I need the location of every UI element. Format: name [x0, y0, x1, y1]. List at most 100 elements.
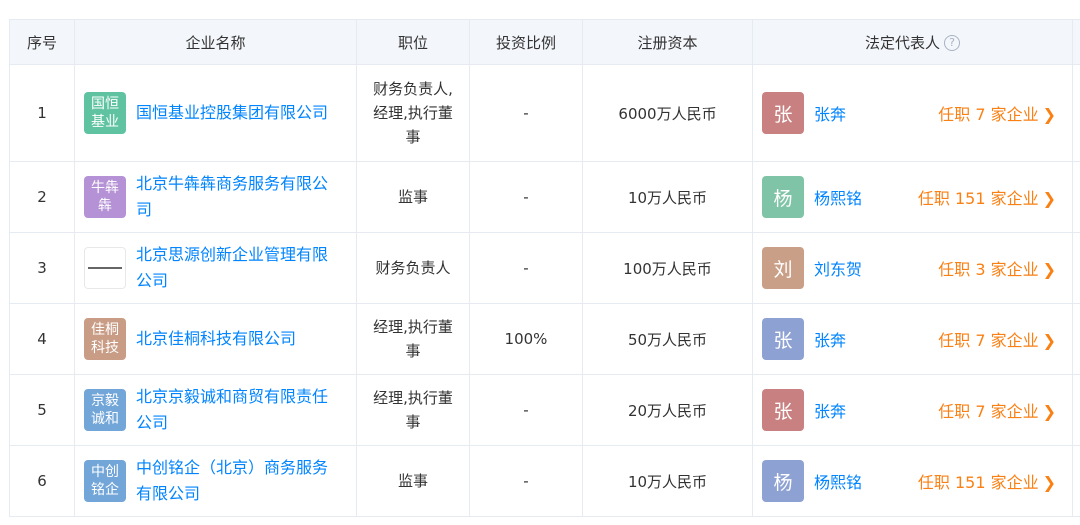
- header-index: 序号: [9, 19, 75, 65]
- company-wrap: 国恒 基业 国恒基业控股集团有限公司: [75, 92, 356, 134]
- company-wrap: 京毅 诚和 北京京毅诚和商贸有限责任 公司: [75, 384, 356, 436]
- legal-rep-wrap: 张 张奔 任职 7 家企业 ❯: [753, 389, 1072, 431]
- avatar: 张: [762, 92, 804, 134]
- legal-rep-name-link[interactable]: 杨熙铭: [814, 469, 862, 493]
- header-legal-label: 法定代表人: [864, 33, 940, 52]
- company-logo: 牛犇犇: [84, 176, 126, 218]
- legal-rep-cell: 杨 杨熙铭 任职 151 家企业 ❯: [752, 445, 1073, 517]
- avatar: 杨: [762, 460, 804, 502]
- chevron-right-icon: ❯: [1042, 105, 1056, 124]
- row-filler: [1072, 303, 1080, 375]
- table-row: 4 佳桐 科技 北京佳桐科技有限公司 经理,执行董事 100% 50万人民币 张 …: [9, 303, 1080, 375]
- header-filler: [1072, 19, 1080, 65]
- company-name-link[interactable]: 北京佳桐科技有限公司: [136, 326, 296, 352]
- jobs-link[interactable]: 任职 7 家企业 ❯: [938, 101, 1056, 125]
- ratio-cell: -: [469, 161, 583, 233]
- jobs-link[interactable]: 任职 7 家企业 ❯: [938, 327, 1056, 351]
- row-filler: [1072, 161, 1080, 233]
- company-name-link[interactable]: 北京牛犇犇商务服务有限公司: [136, 171, 328, 223]
- legal-rep-name-link[interactable]: 张奔: [814, 327, 846, 351]
- company-name-link[interactable]: 国恒基业控股集团有限公司: [136, 100, 328, 126]
- header-company: 企业名称: [74, 19, 357, 65]
- jobs-text: 任职 7 家企业: [938, 331, 1039, 350]
- company-wrap: 牛犇犇 北京牛犇犇商务服务有限公司: [75, 171, 356, 223]
- company-cell: 中创 铭企 中创铭企（北京）商务服务 有限公司: [74, 445, 357, 517]
- jobs-link[interactable]: 任职 151 家企业 ❯: [918, 469, 1056, 493]
- row-filler: [1072, 445, 1080, 517]
- company-logo: 中创 铭企: [84, 460, 126, 502]
- chevron-right-icon: ❯: [1042, 473, 1056, 492]
- jobs-text: 任职 7 家企业: [938, 402, 1039, 421]
- capital-cell: 10万人民币: [582, 161, 753, 233]
- legal-rep-name-link[interactable]: 杨熙铭: [814, 185, 862, 209]
- legal-rep-name-link[interactable]: 张奔: [814, 101, 846, 125]
- jobs-text: 任职 7 家企业: [938, 105, 1039, 124]
- avatar: 张: [762, 389, 804, 431]
- jobs-link[interactable]: 任职 151 家企业 ❯: [918, 185, 1056, 209]
- chevron-right-icon: ❯: [1042, 260, 1056, 279]
- row-index: 2: [9, 161, 75, 233]
- capital-cell: 20万人民币: [582, 374, 753, 446]
- row-filler: [1072, 232, 1080, 304]
- legal-rep-cell: 张 张奔 任职 7 家企业 ❯: [752, 374, 1073, 446]
- header-ratio: 投资比例: [469, 19, 583, 65]
- jobs-link[interactable]: 任职 3 家企业 ❯: [938, 256, 1056, 280]
- company-logo: 京毅 诚和: [84, 389, 126, 431]
- jobs-text: 任职 3 家企业: [938, 260, 1039, 279]
- avatar: 杨: [762, 176, 804, 218]
- table-row: 2 牛犇犇 北京牛犇犇商务服务有限公司 监事 - 10万人民币 杨 杨熙铭 任职…: [9, 161, 1080, 233]
- ratio-cell: -: [469, 374, 583, 446]
- position-cell: 经理,执行董事: [356, 374, 470, 446]
- table-row: 6 中创 铭企 中创铭企（北京）商务服务 有限公司 监事 - 10万人民币 杨 杨熙…: [9, 445, 1080, 517]
- legal-rep-wrap: 杨 杨熙铭 任职 151 家企业 ❯: [753, 460, 1072, 502]
- legal-rep-wrap: 张 张奔 任职 7 家企业 ❯: [753, 92, 1072, 134]
- chevron-right-icon: ❯: [1042, 402, 1056, 421]
- jobs-text: 任职 151 家企业: [917, 473, 1039, 492]
- avatar: 张: [762, 318, 804, 360]
- capital-cell: 10万人民币: [582, 445, 753, 517]
- position-cell: 监事: [356, 445, 470, 517]
- row-index: 5: [9, 374, 75, 446]
- company-cell: 国恒 基业 国恒基业控股集团有限公司: [74, 64, 357, 162]
- chevron-right-icon: ❯: [1042, 189, 1056, 208]
- table-body: 1 国恒 基业 国恒基业控股集团有限公司 财务负责人, 经理,执行董事 - 6000…: [9, 64, 1080, 517]
- company-logo-image: [88, 267, 122, 269]
- question-circle-icon[interactable]: ?: [944, 35, 960, 51]
- header-capital: 注册资本: [582, 19, 753, 65]
- avatar: 刘: [762, 247, 804, 289]
- jobs-text: 任职 151 家企业: [917, 189, 1039, 208]
- header-position: 职位: [356, 19, 470, 65]
- company-wrap: 中创 铭企 中创铭企（北京）商务服务 有限公司: [75, 455, 356, 507]
- legal-rep-cell: 张 张奔 任职 7 家企业 ❯: [752, 64, 1073, 162]
- company-logo: [84, 247, 126, 289]
- row-index: 1: [9, 64, 75, 162]
- legal-rep-name-link[interactable]: 刘东贺: [814, 256, 862, 280]
- chevron-right-icon: ❯: [1042, 331, 1056, 350]
- ratio-cell: 100%: [469, 303, 583, 375]
- company-wrap: 佳桐 科技 北京佳桐科技有限公司: [75, 318, 356, 360]
- position-cell: 经理,执行董事: [356, 303, 470, 375]
- position-cell: 监事: [356, 161, 470, 233]
- company-name-link[interactable]: 北京京毅诚和商贸有限责任 公司: [136, 384, 328, 436]
- company-name-link[interactable]: 北京思源创新企业管理有限 公司: [136, 242, 328, 294]
- legal-rep-wrap: 张 张奔 任职 7 家企业 ❯: [753, 318, 1072, 360]
- legal-rep-wrap: 杨 杨熙铭 任职 151 家企业 ❯: [753, 176, 1072, 218]
- company-logo: 佳桐 科技: [84, 318, 126, 360]
- legal-rep-name-link[interactable]: 张奔: [814, 398, 846, 422]
- position-cell: 财务负责人, 经理,执行董事: [356, 64, 470, 162]
- row-index: 6: [9, 445, 75, 517]
- capital-cell: 100万人民币: [582, 232, 753, 304]
- legal-rep-cell: 刘 刘东贺 任职 3 家企业 ❯: [752, 232, 1073, 304]
- table-header-row: 序号 企业名称 职位 投资比例 注册资本 法定代表人?: [9, 19, 1080, 65]
- legal-rep-cell: 杨 杨熙铭 任职 151 家企业 ❯: [752, 161, 1073, 233]
- row-index: 4: [9, 303, 75, 375]
- company-name-link[interactable]: 中创铭企（北京）商务服务 有限公司: [136, 455, 328, 507]
- jobs-link[interactable]: 任职 7 家企业 ❯: [938, 398, 1056, 422]
- company-logo: 国恒 基业: [84, 92, 126, 134]
- row-filler: [1072, 374, 1080, 446]
- company-cell: 牛犇犇 北京牛犇犇商务服务有限公司: [74, 161, 357, 233]
- enterprise-table-panel: 序号 企业名称 职位 投资比例 注册资本 法定代表人? 1 国恒 基业 国恒基业控…: [0, 0, 1080, 525]
- company-wrap: 北京思源创新企业管理有限 公司: [75, 242, 356, 294]
- ratio-cell: -: [469, 64, 583, 162]
- company-cell: 京毅 诚和 北京京毅诚和商贸有限责任 公司: [74, 374, 357, 446]
